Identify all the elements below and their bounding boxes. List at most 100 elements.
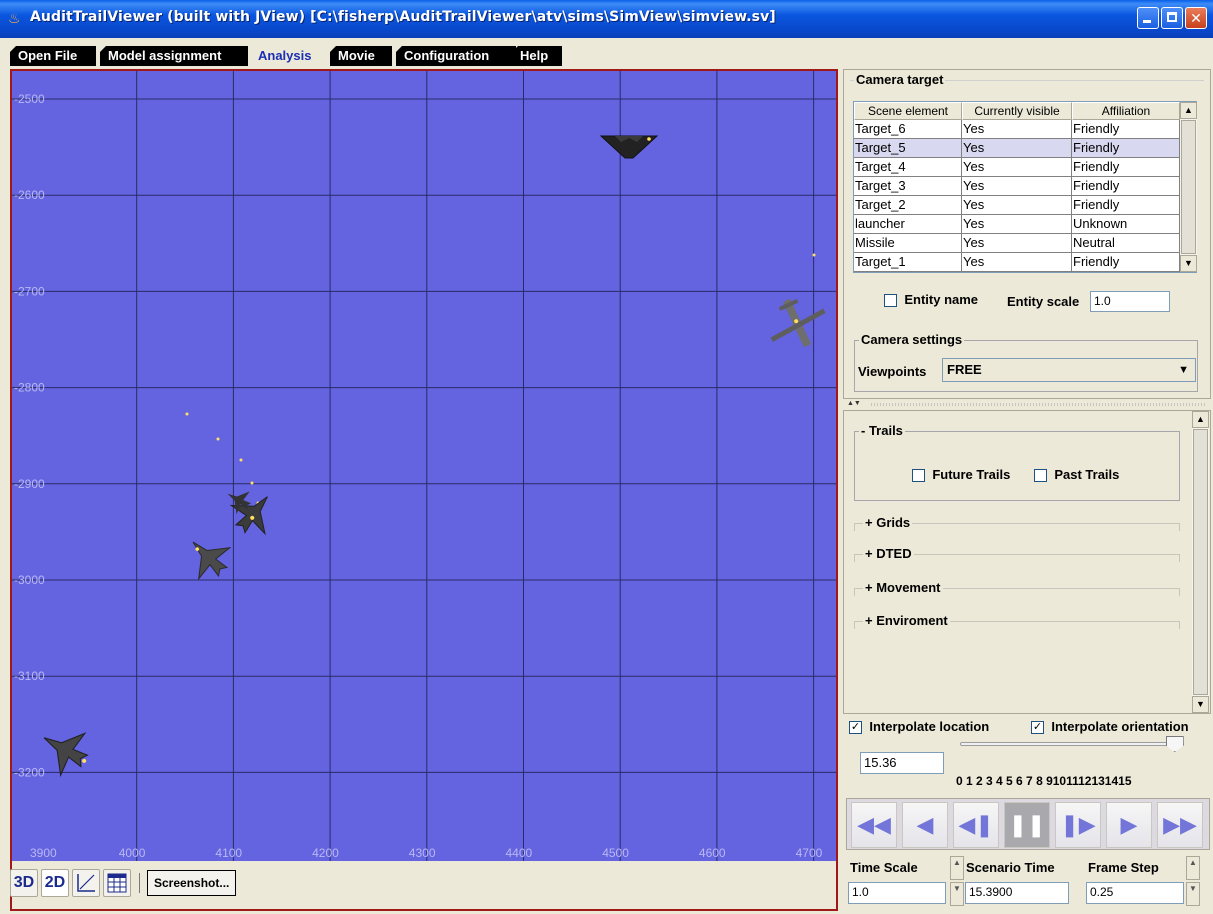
frame-step-spin-down-icon[interactable]: ▼ (1186, 882, 1200, 906)
step-back-button[interactable]: ◀ (902, 802, 948, 848)
time-slider-track[interactable] (960, 742, 1184, 746)
column-header-currently-visible[interactable]: Currently visible (962, 102, 1072, 120)
table-view-button[interactable] (103, 869, 131, 897)
table-cell-affiliation: Neutral (1072, 234, 1180, 253)
enviroment-toggle[interactable]: + Enviroment (863, 613, 950, 628)
entity-name-option[interactable]: Entity name (884, 292, 978, 308)
interpolate-location-checkbox[interactable]: ✓ (849, 721, 862, 735)
scenario-time-input[interactable]: 15.3900 (965, 882, 1069, 904)
table-cell-visible: Yes (962, 177, 1072, 196)
pause-button[interactable]: ❚❚ (1004, 802, 1050, 848)
interpolate-location-label: Interpolate location (869, 719, 990, 734)
scroll-down-arrow-icon[interactable]: ▼ (1180, 255, 1197, 272)
tab-analysis[interactable]: Analysis (250, 46, 334, 66)
close-button[interactable]: ✕ (1185, 7, 1207, 29)
splitter-arrows-icon[interactable]: ▲▼ (847, 400, 861, 407)
table-scrollbar[interactable]: ▲ ▼ (1180, 102, 1197, 272)
table-row[interactable]: Target_5 Yes Friendly (854, 139, 1180, 158)
x-tick-label: 3900 (30, 846, 57, 860)
title-bar[interactable]: ♨ AuditTrailViewer (built with JView) [C… (0, 0, 1213, 38)
y-tick-label: -3100 (14, 669, 45, 683)
frame-back-icon: ◀❚ (958, 812, 994, 837)
camera-panel: Camera target Scene element Currently vi… (843, 69, 1211, 399)
table-cell-affiliation: Friendly (1072, 120, 1180, 139)
scenario-time-label: Scenario Time (966, 860, 1055, 875)
scroll-up-arrow-icon[interactable]: ▲ (1180, 102, 1197, 119)
time-scale-input[interactable]: 1.0 (848, 882, 946, 904)
tab-configuration[interactable]: Configuration (396, 46, 516, 66)
map-background (12, 71, 836, 861)
tab-model-assignment[interactable]: Model assignment (100, 46, 248, 66)
interpolate-orientation-checkbox[interactable]: ✓ (1031, 721, 1044, 735)
trails-group: - Trails (854, 423, 1180, 501)
java-cup-icon: ♨ (8, 10, 21, 26)
table-cell-affiliation: Friendly (1072, 139, 1180, 158)
table-row[interactable]: Missile Yes Neutral (854, 234, 1180, 253)
table-row[interactable]: Target_2 Yes Friendly (854, 196, 1180, 215)
table-cell-visible: Yes (962, 120, 1072, 139)
frame-forward-button[interactable]: ❚▶ (1055, 802, 1101, 848)
table-row[interactable]: Target_4 Yes Friendly (854, 158, 1180, 177)
minimize-icon (1143, 20, 1151, 23)
viewpoints-dropdown[interactable]: FREE ▼ (942, 358, 1196, 382)
options-scrollbar[interactable]: ▲ ▼ (1192, 411, 1209, 713)
trails-toggle[interactable]: - Trails (859, 423, 905, 438)
screenshot-button[interactable]: Screenshot... (147, 870, 237, 896)
entity-scale-input[interactable]: 1.0 (1090, 291, 1170, 312)
column-header-scene-element[interactable]: Scene element (854, 102, 962, 120)
scene-element-table[interactable]: Scene element Currently visible Affiliat… (853, 101, 1197, 273)
options-scroll-up-icon[interactable]: ▲ (1192, 411, 1209, 428)
movement-toggle[interactable]: + Movement (863, 580, 943, 595)
tab-help[interactable]: Help (512, 46, 562, 66)
dted-section[interactable]: + DTED (854, 546, 1180, 562)
table-cell-visible: Yes (962, 234, 1072, 253)
plot-view-button[interactable] (72, 869, 100, 897)
frame-back-button[interactable]: ◀❚ (953, 802, 999, 848)
table-row[interactable]: Target_3 Yes Friendly (854, 177, 1180, 196)
time-slider-thumb[interactable] (1165, 736, 1184, 752)
scenario-time-spin-up-icon[interactable]: ▲ (950, 856, 964, 880)
options-scroll-thumb[interactable] (1193, 429, 1208, 695)
rewind-button[interactable]: ◀◀ (851, 802, 897, 848)
dted-toggle[interactable]: + DTED (863, 546, 914, 561)
table-cell-name: Target_1 (854, 253, 962, 272)
table-row[interactable]: launcher Yes Unknown (854, 215, 1180, 234)
close-icon: ✕ (1190, 10, 1202, 26)
scenario-time-spin-down-icon[interactable]: ▼ (950, 882, 964, 906)
movement-section[interactable]: + Movement (854, 580, 1180, 596)
future-trails-checkbox[interactable] (912, 469, 925, 483)
tab-movie[interactable]: Movie (330, 46, 392, 66)
table-row[interactable]: Target_6 Yes Friendly (854, 120, 1180, 139)
scroll-thumb[interactable] (1181, 120, 1196, 254)
future-trails-label: Future Trails (932, 467, 1011, 482)
2d-view-button[interactable]: 2D (41, 869, 69, 897)
minimize-button[interactable] (1137, 7, 1159, 29)
grids-section[interactable]: + Grids (854, 515, 1180, 531)
past-trails-checkbox[interactable] (1034, 469, 1047, 483)
entity-name-checkbox[interactable] (884, 294, 897, 308)
tab-open-file[interactable]: Open File (10, 46, 96, 66)
past-trails-option[interactable]: Past Trails (1034, 467, 1119, 483)
enviroment-section[interactable]: + Enviroment (854, 613, 1180, 629)
grids-toggle[interactable]: + Grids (863, 515, 913, 530)
future-trails-option[interactable]: Future Trails (912, 467, 1011, 483)
options-scroll-down-icon[interactable]: ▼ (1192, 696, 1209, 713)
panel-splitter[interactable]: ▲▼ (843, 400, 1211, 410)
table-cell-visible: Yes (962, 139, 1072, 158)
map-view[interactable]: -2500 -2600 -2700 -2800 -2900 -3000 -3100 -3200… (12, 71, 836, 909)
frame-step-input[interactable]: 0.25 (1086, 882, 1184, 904)
time-value-input[interactable]: 15.36 (860, 752, 944, 774)
table-cell-visible: Yes (962, 196, 1072, 215)
fast-forward-button[interactable]: ▶▶ (1157, 802, 1203, 848)
column-header-affiliation[interactable]: Affiliation (1072, 102, 1180, 120)
y-tick-label: -2900 (14, 477, 45, 491)
interpolate-location-option[interactable]: ✓ Interpolate location (849, 719, 990, 735)
play-button[interactable]: ▶ (1106, 802, 1152, 848)
options-panel: - Trails Future Trails Past Trails + Gri… (843, 410, 1211, 714)
play-icon: ▶ (1120, 812, 1138, 837)
table-row[interactable]: Target_1 Yes Friendly (854, 253, 1180, 272)
maximize-button[interactable] (1161, 7, 1183, 29)
3d-view-button[interactable]: 3D (10, 869, 38, 897)
frame-step-spin-up-icon[interactable]: ▲ (1186, 856, 1200, 880)
interpolate-orientation-option[interactable]: ✓ Interpolate orientation (1031, 719, 1189, 735)
